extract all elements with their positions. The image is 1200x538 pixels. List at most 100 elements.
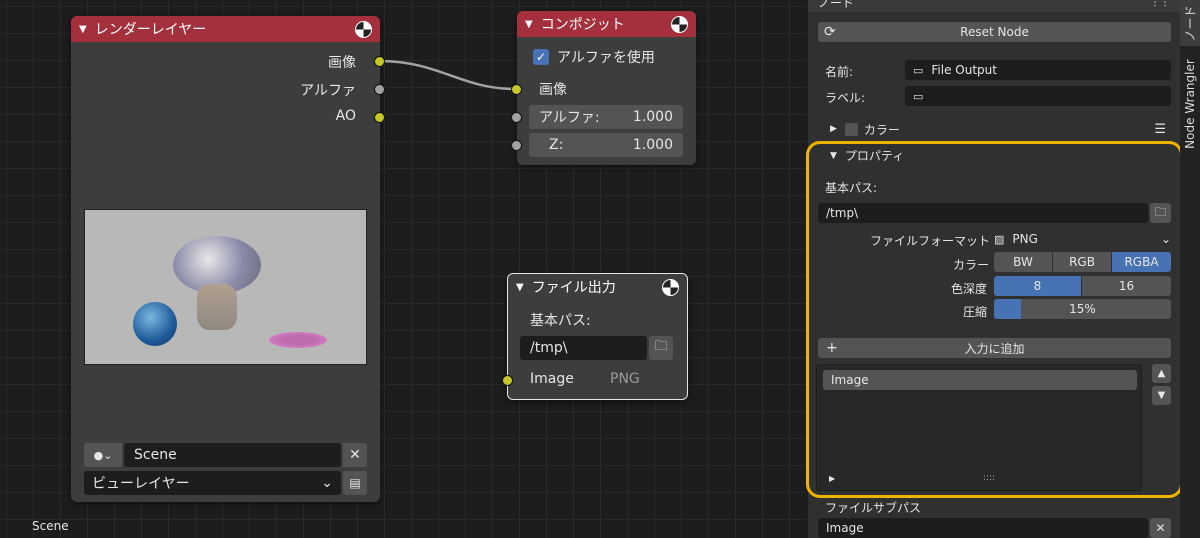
folder-browse-button[interactable]: 🗀	[1150, 203, 1171, 223]
render-layer-button[interactable]: ▤	[343, 471, 367, 495]
panel-header[interactable]: ノード ⋮⋮	[808, 0, 1180, 12]
list-item[interactable]: Image	[823, 370, 1137, 390]
color-mode-bw[interactable]: BW	[994, 252, 1052, 272]
checkbox-checked-icon: ✓	[533, 49, 549, 65]
reset-node-button[interactable]: ⟳ Reset Node	[818, 22, 1171, 42]
panel-title: ノード	[818, 0, 855, 10]
tab-node-wrangler[interactable]: Node Wrangler	[1180, 52, 1200, 156]
composite-node[interactable]: ▼ コンポジット ✓ アルファを使用 画像 アルファ: 1.000 Z: 1.0…	[517, 11, 696, 165]
filter-arrow-icon[interactable]: ▶	[829, 474, 835, 483]
expanded-arrow-icon: ▼	[830, 150, 837, 161]
file-subpath-input[interactable]: Image	[818, 518, 1148, 538]
output-image-label: 画像	[328, 55, 356, 71]
file-format-value: PNG	[1012, 232, 1038, 246]
output-ao-label: AO	[335, 108, 356, 124]
node-editor[interactable]: ▼ レンダーレイヤー 画像 アルファ AO ●⌄ Scene ✕ ビューレイヤー…	[0, 0, 806, 538]
scene-name-field[interactable]: Scene	[124, 443, 341, 467]
color-mode-rgb[interactable]: RGB	[1053, 252, 1111, 272]
color-mode-label: カラー	[953, 258, 990, 272]
color-depth-16[interactable]: 16	[1082, 276, 1171, 296]
color-depth-8[interactable]: 8	[994, 276, 1081, 296]
close-icon: ✕	[1155, 521, 1166, 535]
tab-node-wrangler-label: Node Wrangler	[1183, 59, 1197, 149]
z-value: 1.000	[632, 137, 673, 153]
node-icon: ▭	[913, 63, 924, 77]
base-path-label: 基本パス:	[825, 181, 878, 195]
input-image-label: Image	[530, 371, 574, 387]
compression-value: 15%	[1069, 302, 1096, 316]
z-label: Z:	[549, 137, 564, 153]
color-checkbox[interactable]	[844, 122, 858, 136]
scene-icon: ●⌄	[93, 448, 113, 462]
file-format-dropdown[interactable]: ▨ PNG ⌄	[994, 229, 1171, 249]
input-list[interactable]: Image ▶ ::::	[816, 364, 1142, 491]
move-up-button[interactable]: ▲	[1152, 364, 1171, 383]
composite-node-icon	[671, 15, 688, 33]
image-input-label: 画像	[539, 82, 567, 98]
sphere	[133, 302, 177, 346]
properties-header[interactable]: ▼ プロパティ	[830, 147, 904, 164]
node-title: レンダーレイヤー	[94, 22, 207, 38]
folder-browse-button[interactable]: 🗀	[649, 336, 673, 360]
base-path-label: 基本パス:	[530, 313, 591, 329]
image-icon: ▨	[994, 232, 1005, 246]
close-icon: ✕	[349, 447, 361, 463]
node-title: コンポジット	[540, 17, 625, 33]
compression-slider[interactable]: 15%	[994, 299, 1171, 319]
file-output-node-icon	[662, 278, 679, 296]
scene-clear-button[interactable]: ✕	[343, 443, 367, 467]
z-field[interactable]: Z: 1.000	[529, 133, 683, 157]
alpha-value: 1.000	[632, 109, 673, 125]
grip-icon: ⋮⋮	[1150, 0, 1170, 8]
name-input[interactable]: ▭ File Output	[905, 60, 1171, 80]
composite-header[interactable]: ▼ コンポジット	[517, 11, 696, 37]
list-icon[interactable]: ☰	[1154, 122, 1166, 137]
render-layers-node[interactable]: ▼ レンダーレイヤー 画像 アルファ AO ●⌄ Scene ✕ ビューレイヤー…	[71, 16, 380, 502]
color-label: カラー	[863, 122, 900, 137]
color-depth-label: 色深度	[951, 282, 988, 296]
file-output-node[interactable]: ▼ ファイル出力 基本パス: /tmp\ 🗀 Image PNG	[507, 273, 688, 400]
collapsed-arrow-icon: ▶	[830, 124, 837, 134]
view-layer-dropdown[interactable]: ビューレイヤー ⌄	[84, 471, 341, 495]
socket-file-image-in[interactable]	[502, 375, 513, 386]
output-alpha-label: アルファ	[300, 83, 356, 99]
collapse-arrow-icon[interactable]: ▼	[525, 19, 533, 30]
compression-label: 圧縮	[963, 305, 988, 319]
color-subpanel-header[interactable]: ▶ カラー ☰	[830, 120, 1170, 138]
sidebar-panel: ノード ⋮⋮ ⟳ Reset Node 名前: ▭ File Output ラベ…	[806, 0, 1183, 538]
socket-composite-image-in[interactable]	[511, 84, 522, 95]
arrow-up-icon: ▲	[1157, 368, 1166, 379]
clear-subpath-button[interactable]: ✕	[1150, 518, 1171, 538]
socket-alpha-out[interactable]	[374, 84, 385, 95]
collapse-arrow-icon[interactable]: ▼	[516, 282, 524, 293]
list-item-label: Image	[831, 373, 869, 387]
refresh-icon: ⟳	[824, 24, 836, 40]
torus	[269, 332, 327, 348]
socket-ao-out[interactable]	[374, 112, 385, 123]
node-icon: ▭	[913, 89, 924, 103]
resize-grip-icon[interactable]: ::::	[983, 473, 995, 483]
tab-node[interactable]: ノード	[1180, 0, 1200, 46]
socket-image-out[interactable]	[374, 56, 385, 67]
color-mode-rgba[interactable]: RGBA	[1112, 252, 1171, 272]
move-down-button[interactable]: ▼	[1152, 386, 1171, 405]
use-alpha-checkbox[interactable]: ✓ アルファを使用	[533, 47, 655, 67]
add-input-button[interactable]: + 入力に追加	[818, 338, 1171, 358]
input-format-label: PNG	[610, 371, 640, 387]
render-layers-node-icon	[355, 20, 372, 38]
alpha-field[interactable]: アルファ: 1.000	[529, 105, 683, 129]
socket-composite-alpha-in[interactable]	[511, 112, 522, 123]
properties-label: プロパティ	[844, 149, 905, 163]
scene-browse-button[interactable]: ●⌄	[84, 443, 122, 467]
label-input[interactable]: ▭	[905, 86, 1171, 106]
socket-composite-z-in[interactable]	[511, 140, 522, 151]
arrow-down-icon: ▼	[1157, 390, 1166, 401]
label-label: ラベル:	[825, 91, 866, 105]
render-layers-header[interactable]: ▼ レンダーレイヤー	[71, 16, 380, 42]
base-path-input[interactable]: /tmp\	[818, 203, 1148, 223]
file-output-header[interactable]: ▼ ファイル出力	[508, 274, 687, 300]
base-path-input[interactable]: /tmp\	[520, 336, 647, 360]
render-icon: ▤	[349, 476, 361, 490]
collapse-arrow-icon[interactable]: ▼	[79, 24, 87, 35]
node-title: ファイル出力	[531, 280, 616, 296]
